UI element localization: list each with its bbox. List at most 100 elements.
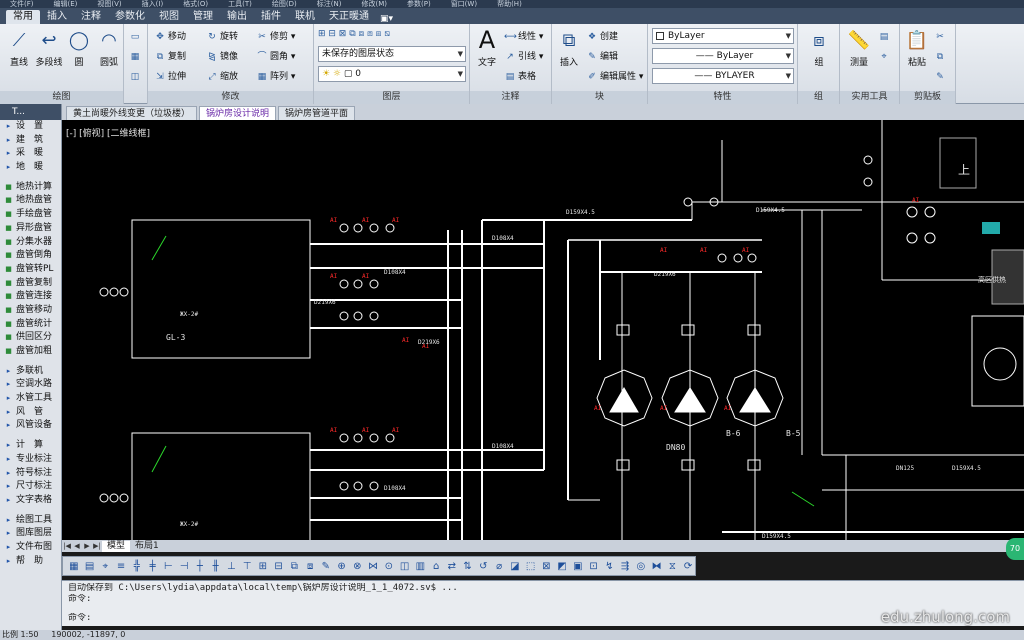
palette-item[interactable]: ▸ 绘图工具 [0, 514, 61, 528]
viewport-label[interactable]: [-] [俯视] [二维线框] [66, 126, 150, 139]
leader-button[interactable]: ↗ 引线 ▾ [504, 48, 543, 66]
toolbar-tool-icon[interactable]: ⧉ [288, 559, 302, 574]
rotate-button[interactable]: ↻ 旋转 [206, 28, 238, 46]
toolbar-tool-icon[interactable]: ◩ [555, 559, 569, 574]
tab-online[interactable]: 联机 [288, 10, 322, 24]
toolbar-tool-icon[interactable]: ⊕ [335, 559, 349, 574]
toolbar-tool-icon[interactable]: ✎ [319, 559, 333, 574]
layer-tools-icons[interactable]: ⊞ ⊟ ⊠ ⧉ ⧈ ⧇ ⧆ ⧅ [318, 25, 390, 43]
toolbar-tool-icon[interactable]: ⧈ [303, 559, 317, 574]
measure-button[interactable]: 📏 测量 [844, 28, 874, 69]
palette-item[interactable]: ▸ 多联机 [0, 365, 61, 379]
status-scale[interactable]: 比例 1:50 [2, 630, 39, 639]
clipboard-panel-title[interactable]: 剪贴板 [900, 91, 955, 104]
palette-item[interactable]: ▸ 水管工具 [0, 392, 61, 406]
tab-home[interactable]: 常用 [6, 10, 40, 24]
linetype-combo[interactable]: —— ByLayer ▼ [652, 48, 794, 64]
last-tab-icon[interactable]: ▶| [92, 542, 102, 550]
move-button[interactable]: ✥ 移动 [154, 28, 186, 46]
menu-tools[interactable]: 工具(T) [218, 0, 262, 8]
toolbar-tool-icon[interactable]: ≡ [114, 559, 128, 574]
toolbar-tool-icon[interactable]: ⧖ [666, 559, 680, 574]
palette-item[interactable]: ▸ 图库图层 [0, 527, 61, 541]
doc-tab-boiler-spec[interactable]: 锅炉房设计说明 [199, 106, 277, 120]
current-layer-combo[interactable]: ☀ ☼ ▢ 0 ▼ [318, 66, 466, 82]
toolbar-tool-icon[interactable]: ⋈ [366, 559, 380, 574]
palette-item[interactable]: ▸ 建 筑 [0, 134, 61, 148]
prev-tab-icon[interactable]: ◀ [72, 542, 82, 550]
menu-edit[interactable]: 编辑(E) [44, 0, 88, 8]
copy-clip-icon[interactable]: ⧉ [934, 48, 948, 66]
doc-tab-boiler-plan[interactable]: 锅炉房管道平面 [278, 106, 356, 120]
hatch-icon[interactable]: ▦ [129, 48, 143, 66]
calculator-icon[interactable]: ▤ [878, 28, 892, 46]
palette-item[interactable]: ▸ 风 管 [0, 406, 61, 420]
menu-help[interactable]: 帮助(H) [487, 0, 532, 8]
toolbar-tool-icon[interactable]: ⊤ [240, 559, 254, 574]
menu-file[interactable]: 文件(F) [0, 0, 44, 8]
tab-plugins[interactable]: 插件 [254, 10, 288, 24]
toolbar-tool-icon[interactable]: ⌖ [99, 559, 113, 574]
palette-item[interactable]: ▸ 采 暖 [0, 147, 61, 161]
palette-item[interactable]: ▸ 符号标注 [0, 467, 61, 481]
stretch-button[interactable]: ⇲ 拉伸 [154, 68, 186, 86]
tab-insert[interactable]: 插入 [40, 10, 74, 24]
palette-item[interactable]: ■ 盘管统计 [0, 318, 61, 332]
palette-item[interactable]: ▸ 计 算 [0, 439, 61, 453]
toolbar-tool-icon[interactable]: ◎ [634, 559, 648, 574]
tab-view[interactable]: 视图 [152, 10, 186, 24]
utilities-panel-title[interactable]: 实用工具 [840, 91, 899, 104]
edit-attributes-button[interactable]: ✐ 编辑属性 ▾ [586, 68, 643, 86]
toolbar-tool-icon[interactable]: ⊠ [540, 559, 554, 574]
toolbar-tool-icon[interactable]: ⊟ [272, 559, 286, 574]
block-panel-title[interactable]: 块 [552, 91, 647, 104]
toolbar-tool-icon[interactable]: ↺ [477, 559, 491, 574]
palette-item[interactable]: ■ 手绘盘管 [0, 208, 61, 222]
next-tab-icon[interactable]: ▶ [82, 542, 92, 550]
first-tab-icon[interactable]: |◀ [62, 542, 72, 550]
toolbar-tool-icon[interactable]: ↯ [603, 559, 617, 574]
tab-parametric[interactable]: 参数化 [108, 10, 152, 24]
command-line[interactable]: 自动保存到 C:\Users\lydia\appdata\local\temp\… [62, 580, 1024, 626]
palette-item[interactable]: ▸ 风管设备 [0, 419, 61, 433]
modify-panel-title[interactable]: 修改 [148, 91, 313, 104]
lineweight-combo[interactable]: —— BYLAYER ▼ [652, 68, 794, 84]
palette-item[interactable]: ■ 供回区分 [0, 331, 61, 345]
doc-tab-exterior[interactable]: 黄土尚暖外线变更（垃圾楼） [66, 106, 198, 120]
toolbar-tool-icon[interactable]: ⌀ [492, 559, 506, 574]
menu-draw[interactable]: 绘图(D) [262, 0, 307, 8]
palette-item[interactable]: ▸ 帮 助 [0, 555, 61, 569]
toolbar-tool-icon[interactable]: ╬ [130, 559, 144, 574]
mirror-button[interactable]: ⧎ 镜像 [206, 48, 238, 66]
tab-tangent-hvac[interactable]: 天正暖通 [322, 10, 376, 24]
palette-item[interactable]: ■ 分集水器 [0, 236, 61, 250]
menu-modify[interactable]: 修改(M) [351, 0, 397, 8]
palette-item[interactable]: ▸ 文件布图 [0, 541, 61, 555]
properties-panel-title[interactable]: 特性 [648, 91, 797, 104]
tab-annotate[interactable]: 注释 [74, 10, 108, 24]
palette-item[interactable]: ■ 地热计算 [0, 181, 61, 195]
tab-layout1[interactable]: 布局1 [130, 541, 164, 552]
toolbar-tool-icon[interactable]: ▣ [571, 559, 585, 574]
match-props-icon[interactable]: ✎ [934, 68, 948, 86]
palette-item[interactable]: ■ 盘管复制 [0, 277, 61, 291]
circle-button[interactable]: ◯ 圆 [64, 28, 94, 69]
toolbar-tool-icon[interactable]: ◪ [508, 559, 522, 574]
table-button[interactable]: ▤ 表格 [504, 68, 536, 86]
cmd-input[interactable]: 命令: [68, 613, 1018, 624]
ribbon-minimize-icon[interactable]: ▣▾ [380, 14, 393, 24]
create-block-button[interactable]: ❖ 创建 [586, 28, 618, 46]
tab-output[interactable]: 输出 [220, 10, 254, 24]
menu-dimension[interactable]: 标注(N) [307, 0, 352, 8]
palette-item[interactable]: ■ 盘管加粗 [0, 345, 61, 359]
toolbar-tool-icon[interactable]: ⊣ [177, 559, 191, 574]
palette-item[interactable]: ■ 盘管转PL [0, 263, 61, 277]
layer-state-combo[interactable]: 未保存的图层状态 ▼ [318, 46, 466, 62]
palette-item[interactable]: ▸ 空调水路 [0, 378, 61, 392]
toolbar-tool-icon[interactable]: ⊡ [587, 559, 601, 574]
palette-item[interactable]: ■ 盘管连接 [0, 290, 61, 304]
copy-button[interactable]: ⧉ 复制 [154, 48, 186, 66]
toolbar-tool-icon[interactable]: ⊙ [382, 559, 396, 574]
toolbar-tool-icon[interactable]: ╪ [146, 559, 160, 574]
toolbar-tool-icon[interactable]: ⌂ [429, 559, 443, 574]
